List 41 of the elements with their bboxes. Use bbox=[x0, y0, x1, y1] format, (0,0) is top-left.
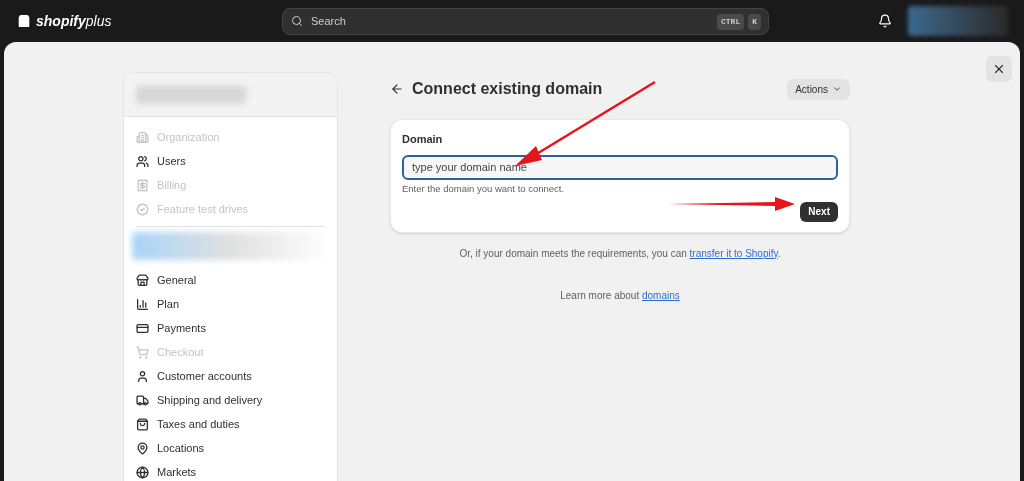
globe-icon bbox=[136, 465, 149, 479]
domains-link[interactable]: domains bbox=[641, 289, 680, 301]
store-icon bbox=[136, 273, 149, 287]
sidebar-item[interactable]: Payments bbox=[132, 316, 329, 340]
badge-icon bbox=[136, 202, 149, 216]
transfer-link[interactable]: transfer it to Shopify bbox=[689, 247, 778, 259]
domain-input-field[interactable]: type your domain name bbox=[402, 154, 838, 180]
close-icon bbox=[992, 62, 1006, 76]
building-icon bbox=[136, 130, 149, 144]
sidebar-item[interactable]: Markets bbox=[132, 460, 329, 481]
domain-label: Domain bbox=[402, 132, 444, 147]
person-icon bbox=[136, 369, 149, 383]
credit-card-icon bbox=[136, 321, 149, 335]
logo-bag-icon bbox=[16, 13, 32, 29]
close-button[interactable] bbox=[986, 56, 1012, 82]
search-icon bbox=[291, 14, 303, 27]
sidebar-item[interactable]: Plan bbox=[132, 292, 329, 316]
sidebar-item[interactable]: Users bbox=[132, 149, 329, 173]
notification-bell-icon[interactable] bbox=[878, 14, 892, 28]
help-text: Enter the domain you want to connect. bbox=[402, 181, 566, 196]
truck-icon bbox=[136, 393, 149, 407]
sidebar-item[interactable]: Customer accounts bbox=[132, 364, 329, 388]
pin-icon bbox=[136, 441, 149, 455]
sidebar-item[interactable]: Shipping and delivery bbox=[132, 388, 329, 412]
actions-button[interactable]: Actions bbox=[787, 78, 850, 100]
users-icon bbox=[136, 154, 149, 168]
account-blurred[interactable] bbox=[908, 6, 1008, 36]
receipt-icon bbox=[136, 178, 149, 192]
transfer-note: Or, if your domain meets the requirements, you can transfer it to Shopify. bbox=[458, 246, 782, 261]
sidebar-item[interactable]: Taxes and duties bbox=[132, 412, 329, 436]
chevron-icon bbox=[832, 84, 842, 94]
bag-icon bbox=[136, 417, 149, 431]
learn-more-text: Learn more about domains bbox=[559, 288, 681, 303]
page-title: Connect existing domain bbox=[412, 79, 604, 99]
logo-suffix: plus bbox=[85, 11, 112, 31]
cart-icon bbox=[136, 345, 149, 359]
next-button[interactable]: Next bbox=[800, 201, 838, 222]
logo-text: shopify bbox=[36, 11, 86, 31]
sidebar-item[interactable]: General bbox=[132, 268, 329, 292]
bar-chart-icon bbox=[136, 297, 149, 311]
sidebar-item[interactable]: Locations bbox=[132, 436, 329, 460]
